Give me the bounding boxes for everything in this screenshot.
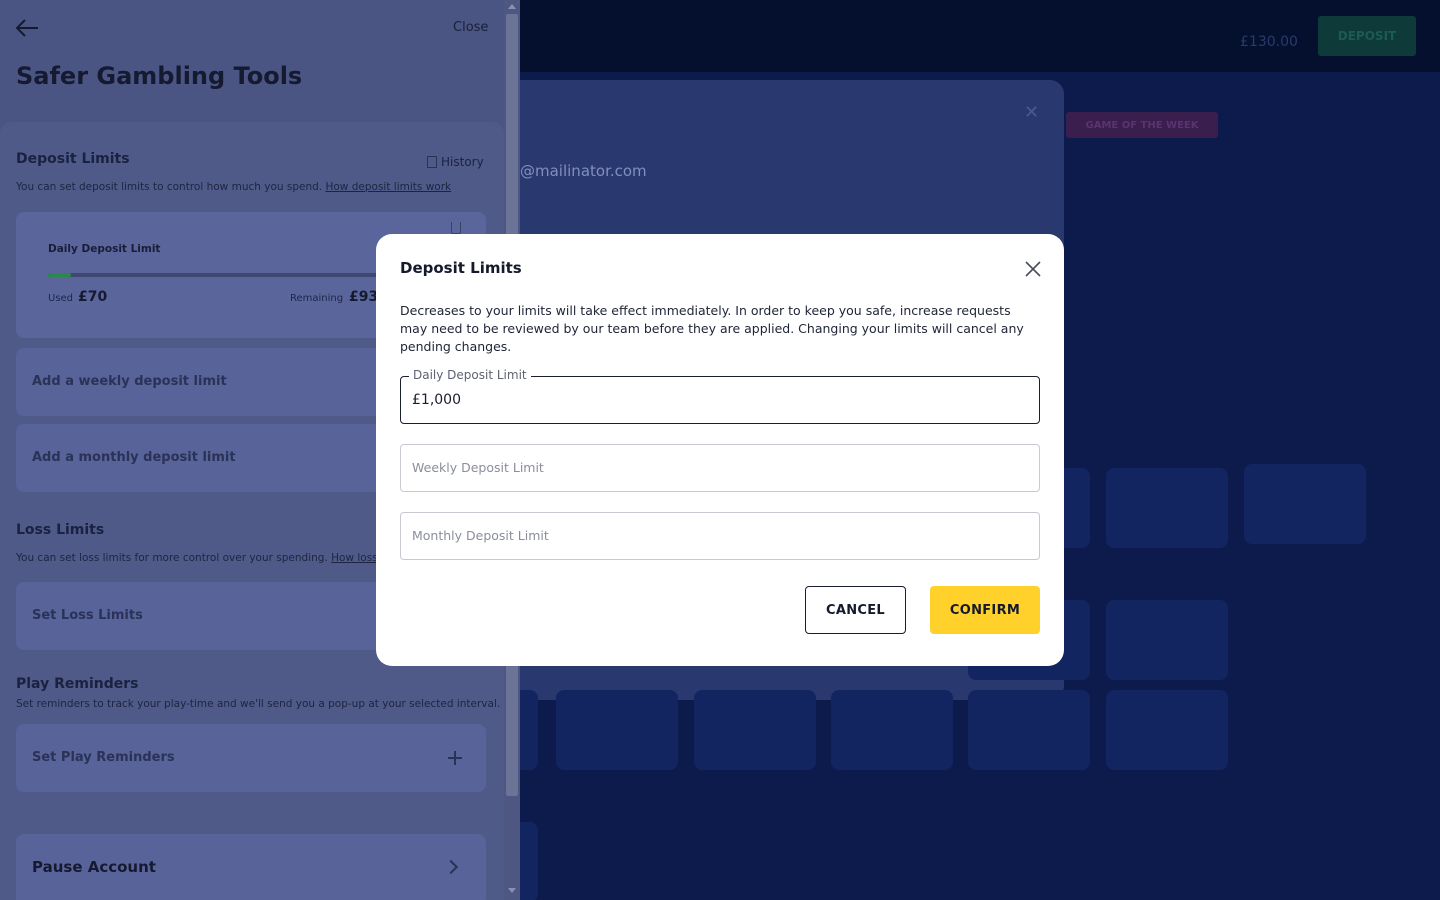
game-tile[interactable] (831, 690, 953, 770)
set-play-reminders-card[interactable]: Set Play Reminders (16, 724, 486, 792)
modal-title: Deposit Limits (400, 259, 522, 277)
daily-progress-fill (48, 273, 72, 277)
remaining-value: £93 (349, 289, 376, 305)
scroll-down-icon[interactable] (508, 888, 516, 893)
remaining-label: Remaining (290, 293, 344, 304)
account-dialog-close-icon[interactable]: ✕ (1024, 102, 1039, 123)
play-reminders-heading: Play Reminders (16, 676, 139, 692)
daily-limit-input[interactable] (401, 377, 1039, 423)
account-email: @mailinator.com (520, 162, 647, 180)
balance-display: £130.00 (1240, 34, 1298, 50)
back-arrow-icon[interactable] (14, 16, 40, 40)
scroll-up-icon[interactable] (508, 4, 516, 9)
game-tile[interactable] (556, 690, 678, 770)
game-tile[interactable] (694, 690, 816, 770)
monthly-limit-field[interactable] (400, 512, 1040, 560)
daily-limit-title: Daily Deposit Limit (48, 243, 161, 255)
pause-account-label: Pause Account (32, 858, 156, 876)
weekly-limit-input[interactable] (401, 445, 1039, 491)
used-value: £70 (78, 289, 108, 305)
trash-icon[interactable] (451, 222, 461, 234)
game-tile[interactable] (1106, 690, 1228, 770)
loss-limits-description: You can set loss limits for more control… (16, 552, 376, 564)
close-icon[interactable] (1022, 258, 1044, 280)
play-reminders-description: Set reminders to track your play-time an… (16, 698, 501, 710)
daily-progress-track (48, 273, 378, 277)
confirm-button[interactable]: CONFIRM (930, 586, 1040, 634)
deposit-limits-heading: Deposit Limits (16, 151, 130, 167)
set-loss-limits-label: Set Loss Limits (32, 608, 143, 623)
set-play-reminders-label: Set Play Reminders (32, 750, 175, 765)
cancel-button[interactable]: CANCEL (805, 586, 906, 634)
chevron-right-icon (443, 859, 459, 875)
document-icon (427, 156, 437, 168)
game-tile[interactable] (1106, 468, 1228, 548)
deposit-limits-text: You can set deposit limits to control ho… (16, 181, 323, 193)
used-label: Used (48, 293, 74, 304)
deposit-limits-description: You can set deposit limits to control ho… (16, 181, 451, 193)
plus-icon[interactable] (448, 751, 462, 765)
deposit-limits-modal: Deposit Limits Decreases to your limits … (376, 234, 1064, 666)
loss-limits-heading: Loss Limits (16, 522, 105, 538)
game-tile[interactable] (1244, 464, 1366, 544)
daily-limit-field[interactable]: Daily Deposit Limit (400, 368, 1040, 424)
pause-account-card[interactable]: Pause Account (16, 834, 486, 900)
loss-limits-info-link[interactable]: How loss l (331, 552, 376, 564)
deposit-limits-info-link[interactable]: How deposit limits work (325, 181, 451, 193)
panel-title: Safer Gambling Tools (16, 62, 303, 90)
modal-description: Decreases to your limits will take effec… (400, 303, 1024, 354)
game-tile[interactable] (1106, 600, 1228, 680)
monthly-limit-input[interactable] (401, 513, 1039, 559)
header-deposit-button[interactable]: DEPOSIT (1318, 16, 1416, 56)
game-tile[interactable] (968, 690, 1090, 770)
monthly-limit-add-label: Add a monthly deposit limit (32, 450, 236, 465)
history-label: History (441, 155, 484, 169)
weekly-limit-field[interactable] (400, 444, 1040, 492)
panel-close-link[interactable]: Close (453, 20, 488, 35)
weekly-limit-add-label: Add a weekly deposit limit (32, 374, 227, 389)
history-link[interactable]: History (427, 155, 484, 169)
promo-badge: GAME OF THE WEEK (1066, 112, 1218, 138)
loss-limits-text: You can set loss limits for more control… (16, 552, 328, 564)
